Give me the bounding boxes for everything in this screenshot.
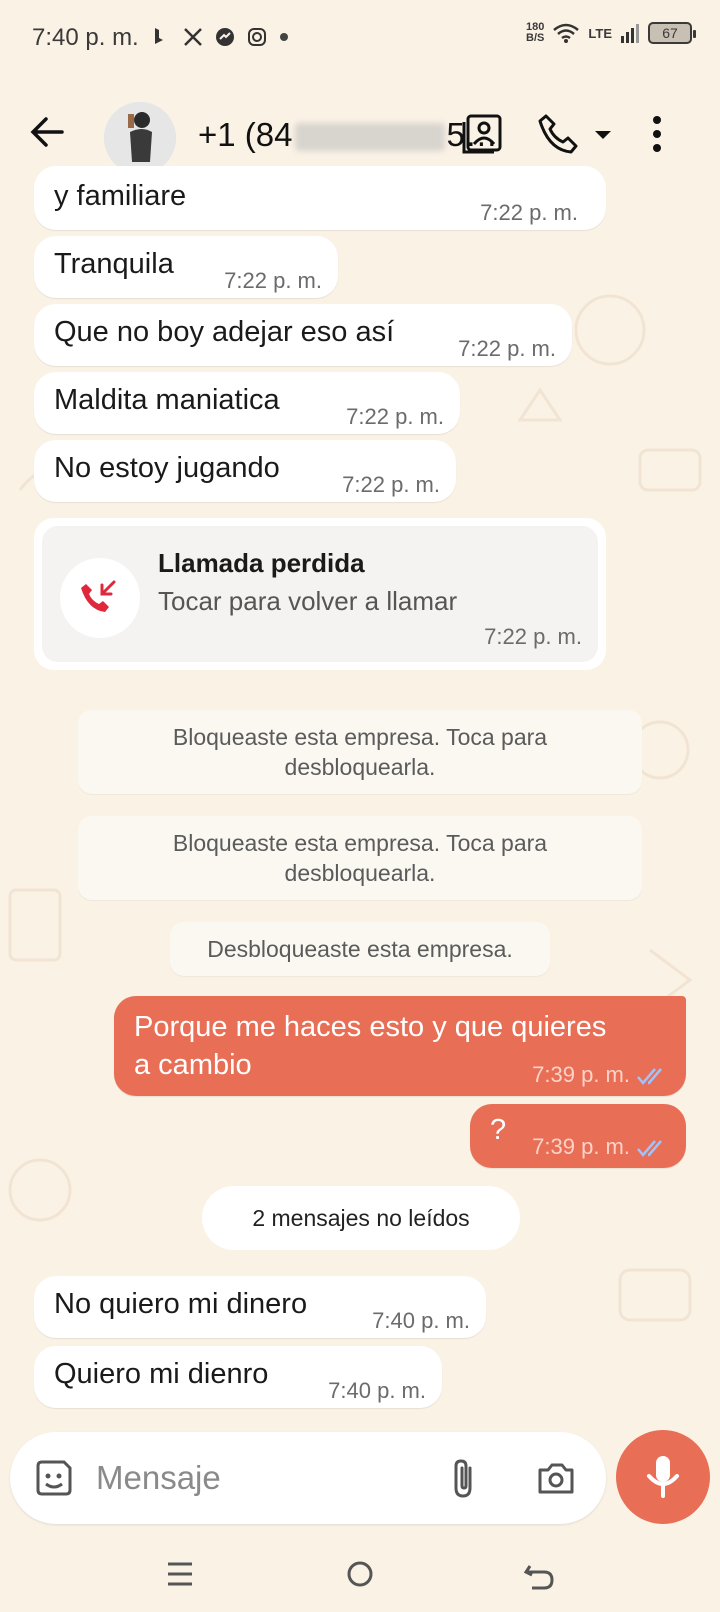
contact-card-icon[interactable] (460, 112, 504, 156)
message-text: Que no boy adejar eso así (54, 316, 395, 348)
messenger-icon (216, 28, 234, 46)
bing-icon (155, 28, 163, 44)
sticker-emoji-icon[interactable] (32, 1456, 76, 1500)
incoming-message[interactable]: No quiero mi dinero 7:40 p. m. (34, 1276, 486, 1338)
message-line: Porque me haces esto y que quieres (134, 1011, 607, 1043)
missed-call-card[interactable]: Llamada perdida Tocar para volver a llam… (34, 518, 606, 670)
incoming-message[interactable]: Quiero mi dienro 7:40 p. m. (34, 1346, 442, 1408)
incoming-message[interactable]: y familiare 7:22 p. m. (34, 166, 606, 230)
message-time: 7:39 p. m. (532, 1134, 670, 1160)
incoming-message[interactable]: Maldita maniatica 7:22 p. m. (34, 372, 460, 434)
notification-icons (150, 26, 290, 48)
signal-icon (621, 24, 639, 43)
message-time: 7:22 p. m. (342, 472, 440, 497)
missed-call-subtitle: Tocar para volver a llamar (158, 586, 458, 616)
missed-call-time: 7:22 p. m. (484, 624, 582, 649)
outgoing-message[interactable]: ? 7:39 p. m. (470, 1104, 686, 1168)
message-text: Quiero mi dienro (54, 1358, 269, 1390)
message-text: Maldita maniatica (54, 384, 280, 416)
notice-line: Bloqueaste esta empresa. Toca para (172, 830, 548, 856)
notice-line: Desbloqueaste esta empresa. (207, 936, 513, 962)
wifi-icon (553, 23, 580, 43)
network-speed: 180 B/S (526, 22, 544, 44)
avatar-image (104, 102, 176, 174)
message-text: Tranquila (54, 248, 174, 280)
notice-line: desbloquearla. (284, 754, 436, 780)
status-right: 180 B/S LTE 67 (526, 22, 696, 44)
contact-name-prefix: +1 (84 (198, 116, 293, 153)
read-ticks-icon (637, 1140, 662, 1158)
message-text: No estoy jugando (54, 452, 280, 484)
voice-message-button[interactable] (616, 1430, 710, 1524)
status-time: 7:40 p. m. (32, 24, 139, 51)
missed-call-icon-wrap (60, 558, 140, 638)
status-bar: 7:40 p. m. 180 B/S LTE 67 (0, 0, 720, 80)
back-nav-icon[interactable] (520, 1554, 560, 1594)
system-notice-blocked[interactable]: Bloqueaste esta empresa. Toca para desbl… (78, 710, 642, 794)
unread-messages-label: 2 mensajes no leídos (202, 1186, 520, 1250)
message-time: 7:39 p. m. (532, 1062, 670, 1088)
dropdown-caret-icon[interactable] (590, 112, 616, 156)
speed-unit: B/S (526, 32, 545, 44)
message-time-text: 7:39 p. m. (532, 1062, 630, 1087)
message-time: 7:22 p. m. (458, 336, 556, 361)
phone-icon[interactable] (536, 112, 580, 156)
home-icon[interactable] (340, 1554, 380, 1594)
outgoing-message[interactable]: Porque me haces esto y que quieres a cam… (114, 996, 686, 1096)
avatar[interactable] (104, 102, 176, 174)
message-time: 7:40 p. m. (328, 1378, 426, 1403)
message-input[interactable] (96, 1454, 416, 1502)
missed-call-icon (81, 580, 116, 612)
instagram-icon (248, 28, 266, 46)
redacted-number (294, 123, 445, 152)
attach-icon[interactable] (442, 1456, 486, 1500)
message-time: 7:22 p. m. (346, 404, 444, 429)
battery-indicator: 67 (648, 22, 696, 44)
x-icon (184, 28, 202, 46)
network-type: LTE (588, 25, 612, 41)
more-vert-icon[interactable] (642, 112, 672, 156)
system-notice-unblocked: Desbloqueaste esta empresa. (170, 922, 550, 976)
notice-line: desbloquearla. (284, 860, 436, 886)
incoming-message[interactable]: Tranquila 7:22 p. m. (34, 236, 338, 298)
incoming-message[interactable]: No estoy jugando 7:22 p. m. (34, 440, 456, 502)
recent-apps-icon[interactable] (160, 1554, 200, 1594)
message-time: 7:40 p. m. (372, 1308, 470, 1333)
microphone-icon (647, 1456, 679, 1498)
message-text: ? (490, 1114, 507, 1146)
read-ticks-icon (637, 1068, 662, 1086)
system-notice-blocked[interactable]: Bloqueaste esta empresa. Toca para desbl… (78, 816, 642, 900)
message-time-text: 7:39 p. m. (532, 1134, 630, 1159)
notice-line: Bloqueaste esta empresa. Toca para (172, 724, 548, 750)
contact-name[interactable]: +1 (84 5… (198, 116, 498, 154)
more-notifications-dot-icon (280, 33, 288, 41)
message-text: y familiare (54, 180, 187, 212)
back-arrow-icon[interactable] (26, 110, 70, 154)
camera-icon[interactable] (534, 1456, 578, 1500)
incoming-message[interactable]: Que no boy adejar eso así 7:22 p. m. (34, 304, 572, 366)
missed-call-title: Llamada perdida (158, 548, 365, 578)
missed-call-inner: Llamada perdida Tocar para volver a llam… (42, 526, 598, 662)
message-text: No quiero mi dinero (54, 1288, 308, 1320)
message-composer (10, 1432, 606, 1524)
message-time: 7:22 p. m. (480, 200, 578, 225)
message-time: 7:22 p. m. (224, 268, 322, 293)
system-navigation-bar (0, 1540, 720, 1612)
